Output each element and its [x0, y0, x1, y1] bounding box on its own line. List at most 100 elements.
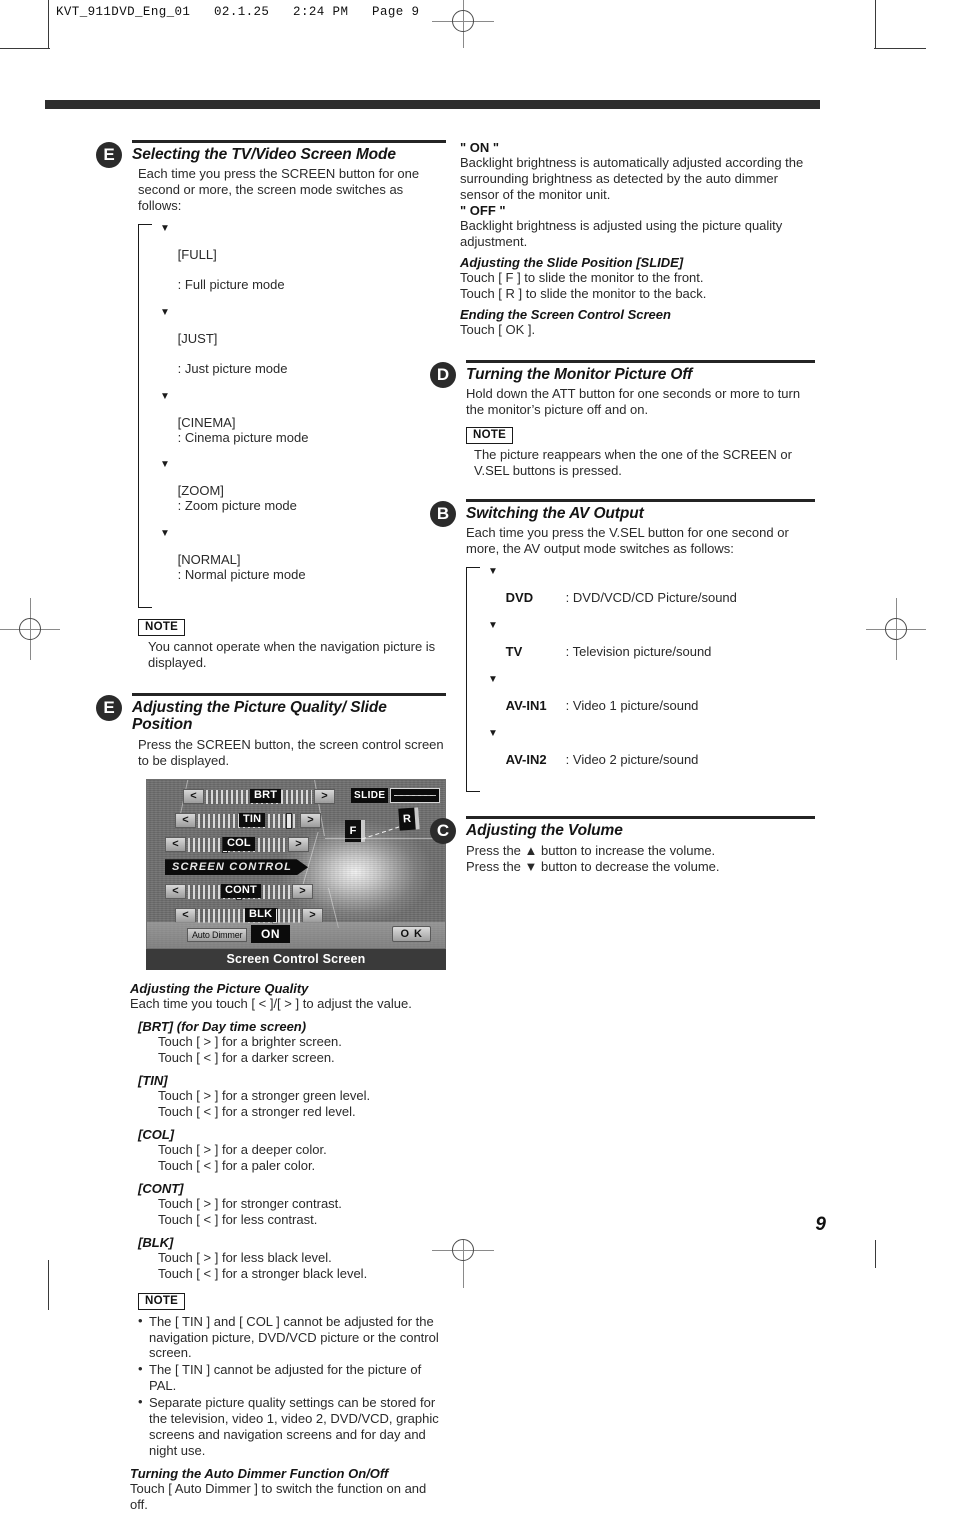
flow-arrow-icon: ▼: [160, 528, 170, 540]
right-column: " ON " Backlight brightness is automatic…: [430, 140, 815, 875]
flow-arrow-icon: ▼: [160, 459, 170, 471]
slide-position-lines: Touch [ F ] to slide the monitor to the …: [460, 270, 815, 302]
auto-dimmer-heading: Turning the Auto Dimmer Function On/Off: [130, 1466, 389, 1482]
col-item-lines: Touch [ > ] for a deeper color. Touch [ …: [158, 1142, 446, 1174]
section-selecting-screen-mode: E Selecting the TV/Video Screen Mode: [96, 140, 446, 168]
blk-line: Touch [ > ] for less black level.: [158, 1250, 332, 1266]
cont-line: Touch [ < ] for less contrast.: [158, 1212, 318, 1228]
volume-lines: Press the ▲ button to increase the volum…: [466, 843, 815, 875]
screen-control-screenshot: < > BRT < > TIN < > COL SCREEN CONTROL <…: [146, 779, 446, 950]
brt-increase-button[interactable]: >: [314, 789, 335, 805]
av-output-flow: ▼ DVD: DVD/VCD/CD Picture/sound ▼ TV: Te…: [466, 567, 815, 793]
col-increase-button[interactable]: >: [288, 837, 309, 853]
crop-mark-top-left-vertical: [48, 0, 49, 48]
section-title-picture-quality: Adjusting the Picture Quality/ Slide Pos…: [132, 698, 387, 733]
tin-line: Touch [ < ] for a stronger red level.: [158, 1104, 356, 1120]
slide-position-line: Touch [ F ] to slide the monitor to the …: [460, 269, 704, 285]
volume-line: Press the ▲ button to increase the volum…: [466, 842, 716, 858]
slide-position-heading: Adjusting the Slide Position [SLIDE]: [460, 254, 684, 270]
tin-label-chip: TIN: [239, 813, 266, 828]
flow-arrow-icon: ▼: [160, 307, 170, 318]
flow-item-label: DVD: [505, 590, 534, 606]
flow-item: [CINEMA] : Cinema picture mode: [156, 401, 446, 461]
tin-item-lines: Touch [ > ] for a stronger green level. …: [158, 1088, 446, 1120]
flow-item-label: [CINEMA]: [177, 414, 236, 430]
section-title-monitor-off: Turning the Monitor Picture Off: [466, 365, 693, 383]
auto-dimmer-text: Touch [ Auto Dimmer ] to switch the func…: [130, 1481, 427, 1513]
flow-arrow-icon: ▼: [160, 390, 170, 402]
volume-line: Press the ▼ button to decrease the volum…: [466, 858, 720, 874]
flow-item: AV-IN1: Video 1 picture/sound: [484, 684, 815, 729]
cont-decrease-button[interactable]: <: [165, 884, 186, 900]
flow-item-label: TV: [505, 643, 523, 659]
note-label: NOTE: [138, 618, 186, 636]
figure-caption: Screen Control Screen: [146, 949, 446, 971]
picture-quality-intro: Press the SCREEN button, the screen cont…: [138, 737, 444, 769]
auto-dimmer-state-chip: ON: [251, 925, 290, 944]
section-badge-e2: E: [96, 694, 122, 721]
flow-arrow-icon: ▼: [488, 673, 498, 685]
section-switching-av-output: B Switching the AV Output: [430, 498, 815, 527]
slide-label-chip: SLIDE: [351, 788, 389, 804]
ending-screen-heading: Ending the Screen Control Screen: [460, 306, 671, 322]
col-line: Touch [ < ] for a paler color.: [158, 1158, 316, 1174]
section-rule: [466, 359, 815, 363]
flow-item-desc: : Zoom picture mode: [177, 498, 297, 514]
flow-arrow-icon: ▼: [488, 619, 498, 631]
section-turning-monitor-off: D Turning the Monitor Picture Off: [430, 359, 815, 388]
brt-line: Touch [ < ] for a darker screen.: [158, 1050, 335, 1066]
flow-item-desc: : Television picture/sound: [565, 643, 712, 659]
flow-item-desc: : Just picture mode: [177, 360, 288, 376]
flow-item-label: [ZOOM]: [177, 483, 224, 499]
blk-label-chip: BLK: [245, 908, 277, 923]
flow-item-desc: : Video 2 picture/sound: [565, 751, 699, 767]
flow-item-desc: : Normal picture mode: [177, 567, 306, 583]
picture-quality-touch-intro: Each time you touch [ < ]/[ > ] to adjus…: [130, 996, 412, 1012]
flow-item: [NORMAL] : Normal picture mode: [156, 538, 446, 598]
picture-quality-note-bullets: The [ TIN ] and [ COL ] cannot be adjust…: [138, 1313, 446, 1459]
dimmer-off-text: Backlight brightness is adjusted using t…: [460, 217, 783, 249]
tin-increase-button[interactable]: >: [300, 813, 321, 829]
crop-mark-bottom-left-vertical: [48, 1260, 49, 1310]
ok-button[interactable]: O K: [392, 926, 431, 943]
note-bullet: Separate picture quality settings can be…: [138, 1394, 446, 1458]
brt-line: Touch [ > ] for a brighter screen.: [158, 1034, 342, 1050]
blk-decrease-button[interactable]: <: [175, 908, 196, 924]
screen-mode-note-text: You cannot operate when the navigation p…: [148, 638, 436, 670]
section-rule: [466, 816, 815, 820]
flow-item-label: AV-IN2: [505, 751, 547, 767]
slide-position-gauge[interactable]: [390, 788, 440, 804]
blk-increase-button[interactable]: >: [302, 908, 323, 924]
auto-dimmer-button[interactable]: Auto Dimmer: [187, 927, 248, 943]
slide-rear-button[interactable]: R: [398, 807, 420, 831]
col-line: Touch [ > ] for a deeper color.: [158, 1142, 327, 1158]
brt-decrease-button[interactable]: <: [183, 789, 204, 805]
flow-item-label: [JUST]: [177, 330, 218, 346]
page-number: 9: [815, 1214, 826, 1235]
section-rule: [132, 692, 446, 696]
section-title-screen-mode: Selecting the TV/Video Screen Mode: [132, 146, 396, 163]
registration-mark-right: [866, 598, 926, 660]
header-rule: [45, 100, 820, 109]
section-adjusting-volume: C Adjusting the Volume: [430, 816, 815, 845]
dimmer-off-label: " OFF ": [460, 202, 506, 218]
note-label: NOTE: [138, 1293, 186, 1310]
tin-line: Touch [ > ] for a stronger green level.: [158, 1088, 371, 1104]
tin-item-heading: [TIN]: [138, 1073, 168, 1089]
flow-item-desc: : Video 1 picture/sound: [565, 697, 699, 713]
tin-decrease-button[interactable]: <: [175, 813, 196, 829]
flow-item-label: [FULL]: [177, 247, 217, 263]
dimmer-on-label: " ON ": [460, 140, 500, 155]
cont-line: Touch [ > ] for stronger contrast.: [158, 1196, 342, 1212]
cont-label-chip: CONT: [221, 884, 261, 899]
picture-quality-heading: Adjusting the Picture Quality: [130, 981, 309, 997]
dimmer-on-text: Backlight brightness is automatically ad…: [460, 155, 804, 202]
crop-mark-top-left-horizontal: [0, 48, 50, 49]
section-rule: [132, 140, 446, 143]
cont-increase-button[interactable]: >: [292, 884, 313, 900]
screen-mode-intro: Each time you press the SCREEN button fo…: [138, 166, 420, 214]
section-badge-b: B: [430, 500, 456, 527]
flow-arrow-icon: ▼: [488, 727, 498, 739]
col-decrease-button[interactable]: <: [165, 837, 186, 853]
flow-loop-bracket: [466, 567, 480, 793]
